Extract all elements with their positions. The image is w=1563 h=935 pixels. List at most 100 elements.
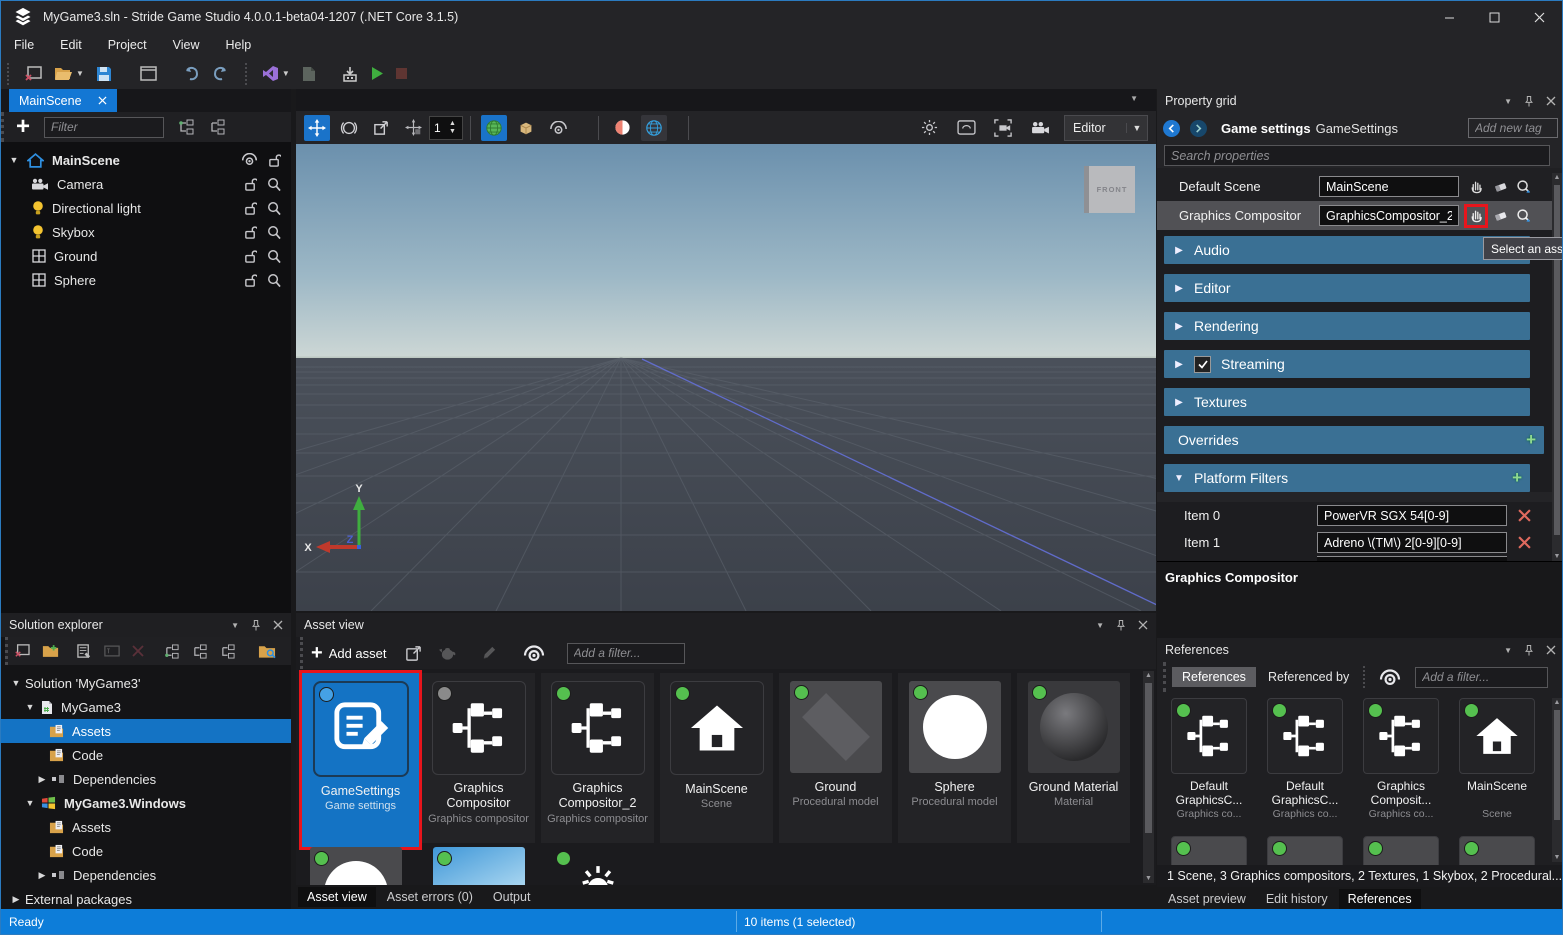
- local-space-cube-icon[interactable]: [513, 115, 539, 141]
- asset-tile-graphics-compositor[interactable]: Graphics Compositor Graphics compositor: [422, 673, 535, 843]
- expand-tree-icon[interactable]: [178, 119, 195, 135]
- expander-icon[interactable]: ▶: [1164, 359, 1194, 370]
- expander-icon[interactable]: ▼: [23, 702, 37, 712]
- export-icon[interactable]: [401, 640, 426, 666]
- open-icon[interactable]: ▼: [50, 61, 88, 87]
- new-folder-icon[interactable]: [38, 638, 63, 664]
- focus-magnifier-icon[interactable]: [267, 273, 281, 288]
- focus-magnifier-icon[interactable]: [267, 249, 281, 264]
- navigate-magnifier-icon[interactable]: [1515, 178, 1533, 196]
- search-properties-input[interactable]: [1164, 145, 1550, 166]
- panel-menu-chevron-icon[interactable]: ▼: [1096, 621, 1104, 630]
- expander-icon[interactable]: ▶: [1164, 321, 1194, 332]
- tree-item-camera[interactable]: Camera: [1, 172, 291, 196]
- tree-item-dependencies[interactable]: ▶ Dependencies: [1, 767, 291, 791]
- preview-eye-icon[interactable]: [519, 640, 549, 666]
- section-rendering[interactable]: ▶Rendering: [1164, 312, 1530, 340]
- pick-asset-hand-icon[interactable]: [1467, 178, 1485, 196]
- scroll-thumb[interactable]: [1554, 710, 1560, 820]
- asset-tile-partial[interactable]: [299, 847, 412, 885]
- camera-mode-select[interactable]: Editor ▼: [1064, 115, 1148, 141]
- menu-edit[interactable]: Edit: [47, 33, 95, 58]
- menu-help[interactable]: Help: [212, 33, 264, 58]
- platform-item-1-value[interactable]: [1317, 532, 1507, 553]
- camera-settings-icon[interactable]: [1027, 115, 1053, 141]
- section-platform-filters[interactable]: ▼Platform Filters+: [1164, 464, 1530, 492]
- rename-icon[interactable]: [100, 638, 124, 664]
- tab-asset-view[interactable]: Asset view: [298, 887, 376, 907]
- section-audio[interactable]: ▶Audio: [1164, 236, 1530, 264]
- tab-edit-history[interactable]: Edit history: [1257, 889, 1337, 909]
- tree-item-assets-win[interactable]: Assets: [1, 815, 291, 839]
- reference-tile[interactable]: Default GraphicsC... Graphics co...: [1165, 698, 1253, 820]
- reference-tile[interactable]: MainScene Scene: [1453, 698, 1541, 820]
- menu-file[interactable]: File: [1, 33, 47, 58]
- asset-view-scrollbar[interactable]: ▲ ▼: [1143, 671, 1154, 883]
- stop-icon[interactable]: [392, 61, 411, 87]
- delete-item-icon[interactable]: [1515, 507, 1533, 525]
- nav-back-icon[interactable]: [1163, 120, 1180, 137]
- vs-dropdown-chevron[interactable]: ▼: [282, 69, 290, 78]
- asset-tile-partial[interactable]: [422, 847, 535, 885]
- graphics-compositor-value[interactable]: [1319, 205, 1459, 226]
- reference-tile-partial[interactable]: [1357, 836, 1445, 865]
- world-space-globe-icon[interactable]: [481, 115, 507, 141]
- asset-tile-ground-material[interactable]: Ground Material Material: [1017, 673, 1130, 843]
- pin-icon[interactable]: [1524, 644, 1534, 657]
- scroll-thumb[interactable]: [1145, 683, 1152, 833]
- focus-magnifier-icon[interactable]: [267, 225, 281, 240]
- add-tag-input[interactable]: [1468, 118, 1558, 138]
- platform-item-0[interactable]: Item 0: [1157, 502, 1563, 529]
- focus-magnifier-icon[interactable]: [267, 201, 281, 216]
- close-button[interactable]: [1517, 1, 1562, 33]
- tab-asset-errors[interactable]: Asset errors (0): [378, 887, 482, 907]
- menu-project[interactable]: Project: [95, 33, 160, 58]
- asset-tile-partial[interactable]: [541, 847, 654, 885]
- edit-pencil-icon[interactable]: [477, 640, 501, 666]
- delete-icon[interactable]: [128, 638, 148, 664]
- expander-icon[interactable]: ▶: [1164, 283, 1194, 294]
- reload-script-icon[interactable]: [298, 61, 320, 87]
- pick-asset-hand-icon-highlighted[interactable]: [1467, 207, 1485, 225]
- collapse-all-icon[interactable]: [216, 638, 240, 664]
- close-icon[interactable]: [1546, 645, 1556, 655]
- add-asset-button[interactable]: + Add asset: [311, 642, 387, 665]
- focus-magnifier-icon[interactable]: [267, 177, 281, 192]
- tree-item-dependencies-win[interactable]: ▶ Dependencies: [1, 863, 291, 887]
- tab-mainscene[interactable]: MainScene: [9, 89, 117, 112]
- scroll-up-icon[interactable]: ▲: [1143, 672, 1154, 679]
- scroll-down-icon[interactable]: ▼: [1552, 553, 1562, 560]
- tree-item-solution[interactable]: ▼ Solution 'MyGame3': [1, 671, 291, 695]
- asset-tile-ground[interactable]: Ground Procedural model: [779, 673, 892, 843]
- tree-item-mygame3[interactable]: ▼ MyGame3: [1, 695, 291, 719]
- section-streaming[interactable]: ▶ Streaming: [1164, 350, 1530, 378]
- tab-output[interactable]: Output: [484, 887, 540, 907]
- tree-item-ground[interactable]: Ground: [1, 244, 291, 268]
- platform-item-0-value[interactable]: [1317, 505, 1507, 526]
- tree-item-mainscene[interactable]: ▼ MainScene: [1, 148, 291, 172]
- spin-down-icon[interactable]: ▼: [449, 129, 456, 135]
- tree-item-code[interactable]: Code: [1, 743, 291, 767]
- add-entity-button[interactable]: +: [16, 116, 30, 138]
- reference-tile-partial[interactable]: [1165, 836, 1253, 865]
- expander-icon[interactable]: ▶: [9, 894, 23, 905]
- lighting-icon[interactable]: [916, 115, 942, 141]
- navigate-magnifier-icon[interactable]: [1515, 207, 1533, 225]
- expander-icon[interactable]: ▼: [9, 678, 23, 688]
- unlock-icon[interactable]: [244, 249, 257, 264]
- snap-value-spinner[interactable]: ▲▼: [429, 116, 463, 140]
- expander-icon[interactable]: ▶: [35, 870, 49, 881]
- expander-icon[interactable]: ▶: [1164, 397, 1194, 408]
- translate-tool-icon[interactable]: [304, 115, 330, 141]
- add-platform-filter-icon[interactable]: +: [1512, 468, 1522, 488]
- rotate-tool-icon[interactable]: [336, 115, 362, 141]
- unlock-icon[interactable]: [244, 225, 257, 240]
- expander-icon[interactable]: ▼: [1164, 473, 1194, 484]
- close-icon[interactable]: [1138, 620, 1148, 630]
- sync-tree-icon[interactable]: [160, 638, 184, 664]
- tab-close-icon[interactable]: [98, 96, 107, 105]
- panel-menu-chevron-icon[interactable]: ▼: [1504, 97, 1512, 106]
- expander-icon[interactable]: ▼: [7, 155, 21, 165]
- tab-referenced-by[interactable]: Referenced by: [1268, 670, 1349, 684]
- snap-value-input[interactable]: [430, 120, 448, 136]
